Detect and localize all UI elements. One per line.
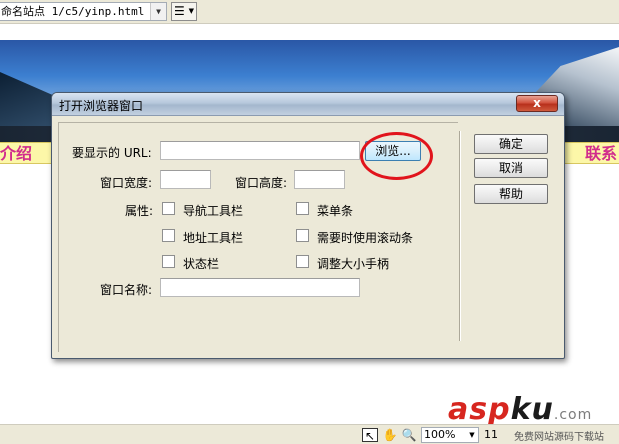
window-size-readout: 11: [484, 428, 498, 441]
nav-toolbar-checkbox[interactable]: [162, 202, 175, 215]
window-name-input[interactable]: [160, 278, 360, 297]
open-browser-window-dialog: 打开浏览器窗口 x 要显示的 URL: 浏览... 窗口宽度: 窗口高度: 属性…: [51, 92, 565, 359]
site-path-value: 命名站点 1/c5/yinp.html: [1, 5, 145, 18]
ok-button-label: 确定: [498, 137, 523, 151]
cancel-button-label: 取消: [498, 161, 523, 175]
resize-handles-checkbox[interactable]: [296, 255, 309, 268]
watermark-suffix: .com: [553, 407, 593, 423]
nav-item-intro[interactable]: 介绍: [0, 143, 32, 164]
ok-button[interactable]: 确定: [474, 134, 548, 154]
file-list-button[interactable]: ☰ ▼: [171, 2, 197, 21]
dialog-title: 打开浏览器窗口: [59, 99, 144, 113]
window-name-label: 窗口名称:: [100, 283, 153, 297]
watermark-brand-dark: ku: [510, 392, 554, 427]
close-icon: x: [533, 96, 541, 110]
list-icon: ☰: [174, 4, 185, 18]
watermark-subtitle: 免费网站源码下载站: [514, 432, 604, 443]
scrollbars-checkbox[interactable]: [296, 229, 309, 242]
chevron-down-icon[interactable]: ▼: [150, 3, 166, 20]
hand-tool-icon[interactable]: ✋: [382, 428, 398, 442]
window-width-input[interactable]: [160, 170, 211, 189]
statusbar-checkbox[interactable]: [162, 255, 175, 268]
pointer-tool-icon[interactable]: ↖: [362, 428, 378, 443]
workspace-margin: [0, 24, 619, 40]
attributes-label: 属性:: [125, 204, 154, 218]
close-button[interactable]: x: [516, 95, 558, 112]
height-label: 窗口高度:: [235, 176, 288, 190]
url-input[interactable]: [160, 141, 360, 160]
chevron-down-icon: ▼: [188, 7, 194, 15]
window-height-input[interactable]: [294, 170, 345, 189]
help-button-label: 帮助: [498, 187, 523, 201]
url-label: 要显示的 URL:: [72, 146, 152, 160]
highlight-ring: [360, 132, 433, 180]
resize-handles-label: 调整大小手柄: [317, 257, 390, 271]
chevron-down-icon: ▼: [469, 431, 475, 439]
menubar-label: 菜单条: [317, 204, 354, 218]
zoom-tool-icon[interactable]: 🔍: [401, 428, 417, 442]
location-toolbar-label: 地址工具栏: [183, 231, 244, 245]
site-path-combo[interactable]: 命名站点 1/c5/yinp.html ▼: [0, 2, 167, 21]
document-toolbar: 命名站点 1/c5/yinp.html ▼ ☰ ▼: [0, 0, 619, 24]
dialog-divider: [459, 131, 461, 341]
zoom-select[interactable]: 100% ▼: [421, 427, 479, 443]
scrollbars-label: 需要时使用滚动条: [317, 231, 414, 245]
watermark-logo: aspku.com: [448, 392, 592, 427]
help-button[interactable]: 帮助: [474, 184, 548, 204]
menubar-checkbox[interactable]: [296, 202, 309, 215]
nav-item-contact[interactable]: 联系: [585, 143, 617, 164]
width-label: 窗口宽度:: [100, 176, 153, 190]
dialog-titlebar[interactable]: 打开浏览器窗口 x: [52, 93, 564, 116]
zoom-value: 100%: [424, 428, 456, 441]
watermark-brand-red: asp: [448, 392, 511, 427]
cancel-button[interactable]: 取消: [474, 158, 548, 178]
location-toolbar-checkbox[interactable]: [162, 229, 175, 242]
nav-toolbar-label: 导航工具栏: [183, 204, 244, 218]
statusbar-label: 状态栏: [183, 257, 220, 271]
